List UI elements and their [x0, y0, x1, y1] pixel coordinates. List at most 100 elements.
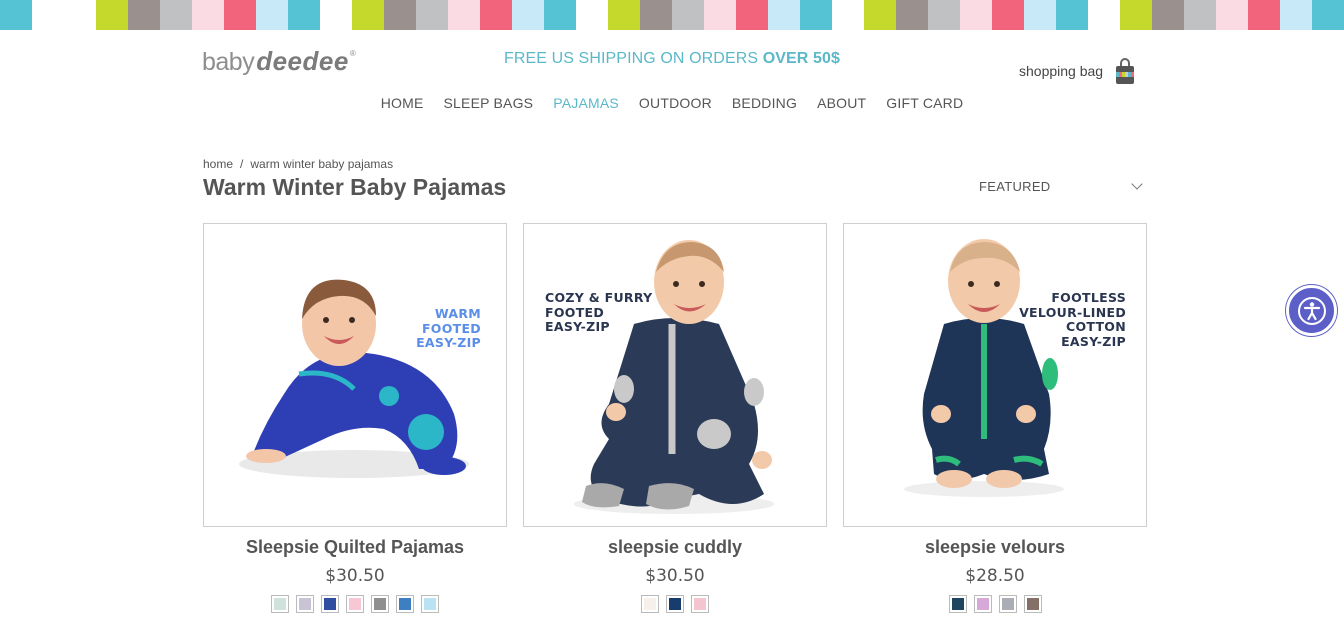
overlay-line: COTTON — [1065, 319, 1126, 334]
stripe-segment — [96, 0, 128, 30]
stripe-segment — [1152, 0, 1184, 30]
color-swatch[interactable] — [296, 595, 314, 613]
stripe-segment — [32, 0, 64, 30]
stripe-segment — [480, 0, 512, 30]
stripe-segment — [128, 0, 160, 30]
baby-crawling-illustration — [239, 279, 469, 478]
stripe-segment — [64, 0, 96, 30]
overlay-line: WARM — [434, 306, 481, 321]
product-card: COZY & FURRY FOOTED EASY-ZIP sleepsie cu… — [523, 223, 827, 613]
baby-sitting-velour-illustration — [904, 239, 1064, 497]
sort-selected-value: FEATURED — [979, 179, 1051, 194]
product-card: FOOTLESS VELOUR-LINED COTTON EASY-ZIP sl… — [843, 223, 1147, 613]
color-swatch[interactable] — [271, 595, 289, 613]
nav-item-about[interactable]: ABOUT — [817, 95, 866, 111]
shipping-promo: FREE US SHIPPING ON ORDERS OVER 50$ — [0, 50, 1344, 68]
color-swatch[interactable] — [321, 595, 339, 613]
stripe-segment — [928, 0, 960, 30]
stripe-segment — [256, 0, 288, 30]
stripe-segment — [448, 0, 480, 30]
color-swatch[interactable] — [1023, 595, 1042, 613]
stripe-segment — [512, 0, 544, 30]
stripe-segment — [544, 0, 576, 30]
nav-item-sleep-bags[interactable]: SLEEP BAGS — [444, 95, 534, 111]
stripe-segment — [800, 0, 832, 30]
nav-item-gift-card[interactable]: GIFT CARD — [886, 95, 963, 111]
stripe-segment — [608, 0, 640, 30]
overlay-line: EASY-ZIP — [1061, 333, 1126, 349]
product-overlay-text: COZY & FURRY FOOTED EASY-ZIP — [545, 290, 653, 335]
color-swatch[interactable] — [691, 595, 709, 613]
shopping-bag-link[interactable]: shopping bag — [1019, 58, 1135, 84]
stripe-segment — [768, 0, 800, 30]
stripe-segment — [1024, 0, 1056, 30]
stripe-segment — [224, 0, 256, 30]
overlay-line: FOOTLESS — [1051, 290, 1126, 305]
page-title: Warm Winter Baby Pajamas — [203, 174, 507, 200]
stripe-segment — [1312, 0, 1344, 30]
nav-item-home[interactable]: HOME — [381, 95, 424, 111]
stripe-segment — [736, 0, 768, 30]
stripe-segment — [192, 0, 224, 30]
stripe-segment — [1216, 0, 1248, 30]
product-price: $28.50 — [965, 566, 1025, 586]
color-swatch[interactable] — [421, 595, 439, 613]
stripe-segment — [1056, 0, 1088, 30]
nav-item-outdoor[interactable]: OUTDOOR — [639, 95, 712, 111]
stripe-segment — [672, 0, 704, 30]
stripe-segment — [864, 0, 896, 30]
overlay-line: VELOUR-LINED — [1019, 304, 1126, 320]
color-swatch[interactable] — [396, 595, 414, 613]
color-swatch[interactable] — [948, 595, 967, 613]
product-card: WARM FOOTED EASY-ZIP Sleepsie Quilted Pa… — [203, 223, 507, 613]
product-name[interactable]: Sleepsie Quilted Pajamas — [203, 537, 507, 558]
color-swatch[interactable] — [998, 595, 1017, 613]
sort-select[interactable]: FEATURED — [979, 178, 1145, 194]
product-image[interactable]: COZY & FURRY FOOTED EASY-ZIP — [523, 223, 827, 527]
nav-item-bedding[interactable]: BEDDING — [732, 95, 797, 111]
overlay-line: FOOTED — [545, 304, 605, 320]
chevron-down-icon — [1131, 178, 1143, 190]
stripe-segment — [1120, 0, 1152, 30]
stripe-segment — [160, 0, 192, 30]
stripe-segment — [992, 0, 1024, 30]
promo-highlight: OVER 50$ — [762, 50, 841, 67]
color-swatch[interactable] — [641, 595, 659, 613]
product-overlay-text: FOOTLESS VELOUR-LINED COTTON EASY-ZIP — [1019, 290, 1126, 349]
shopping-bag-label: shopping bag — [1019, 63, 1104, 79]
accessibility-icon — [1297, 296, 1326, 325]
shopping-bag-icon — [1115, 58, 1135, 84]
accessibility-button[interactable] — [1286, 285, 1337, 336]
stripe-segment — [576, 0, 608, 30]
stripe-segment — [832, 0, 864, 30]
overlay-line: EASY-ZIP — [416, 335, 481, 350]
overlay-line: EASY-ZIP — [545, 319, 610, 334]
color-swatch[interactable] — [973, 595, 992, 613]
color-swatch[interactable] — [666, 595, 684, 613]
breadcrumb: home / warm winter baby pajamas — [203, 157, 393, 171]
baby-sitting-illustration — [574, 240, 774, 514]
product-name[interactable]: sleepsie cuddly — [523, 537, 827, 558]
stripe-segment — [1280, 0, 1312, 30]
breadcrumb-home-link[interactable]: home — [203, 157, 233, 171]
stripe-segment — [640, 0, 672, 30]
stripe-segment — [1248, 0, 1280, 30]
product-name[interactable]: sleepsie velours — [843, 537, 1147, 558]
stripe-segment — [320, 0, 352, 30]
overlay-line: COZY & FURRY — [545, 290, 653, 305]
product-image[interactable]: FOOTLESS VELOUR-LINED COTTON EASY-ZIP — [843, 223, 1147, 527]
nav-item-pajamas[interactable]: PAJAMAS — [553, 95, 619, 111]
breadcrumb-current: warm winter baby pajamas — [250, 157, 394, 171]
stripe-segment — [960, 0, 992, 30]
product-image[interactable]: WARM FOOTED EASY-ZIP — [203, 223, 507, 527]
stripe-segment — [352, 0, 384, 30]
decorative-color-stripe — [0, 0, 1344, 30]
color-swatch[interactable] — [346, 595, 364, 613]
stripe-segment — [1184, 0, 1216, 30]
color-swatches — [523, 595, 827, 613]
color-swatches — [843, 595, 1147, 613]
color-swatch[interactable] — [371, 595, 389, 613]
stripe-segment — [416, 0, 448, 30]
color-swatches — [203, 595, 507, 613]
stripe-segment — [704, 0, 736, 30]
